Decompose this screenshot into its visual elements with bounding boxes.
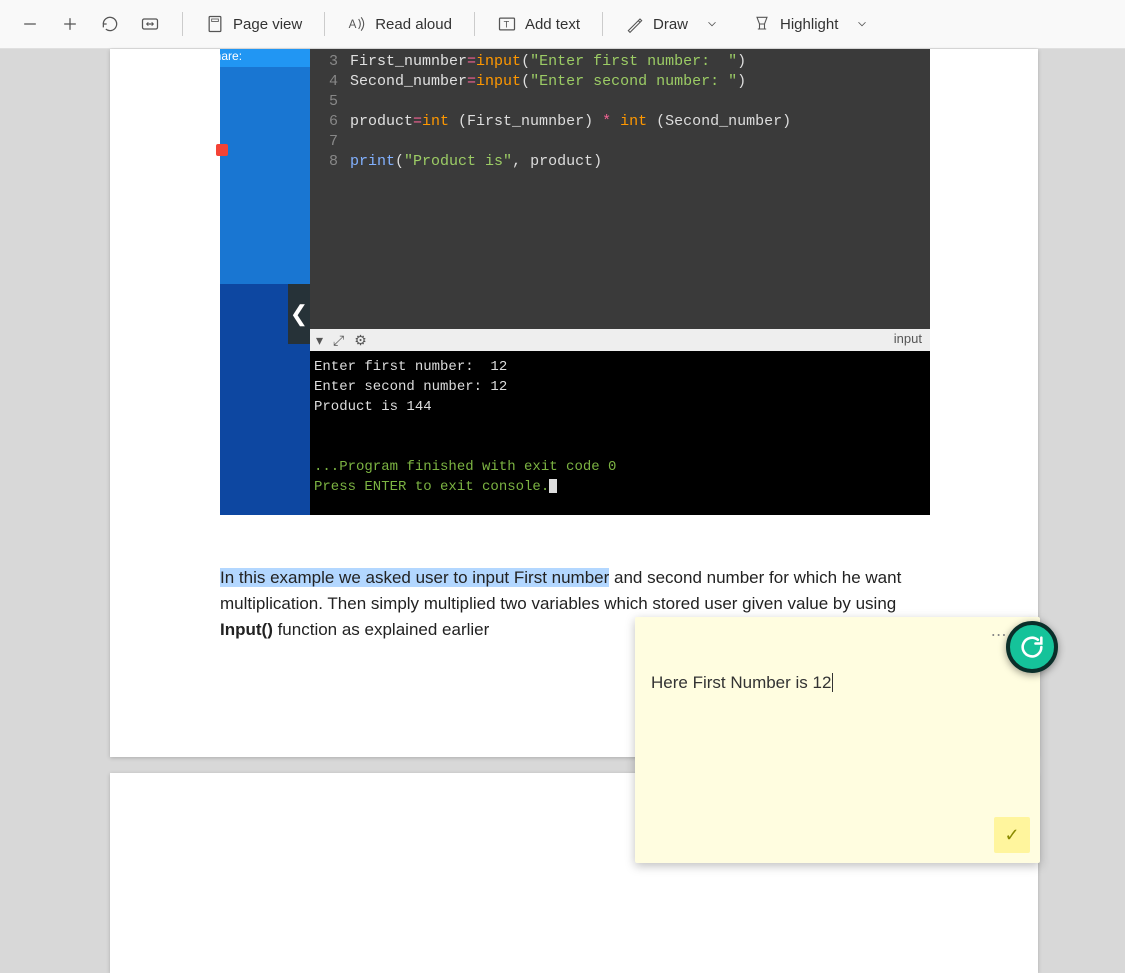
sticky-note[interactable]: ⋯ ✕ Here First Number is 12 ✓ (635, 617, 1040, 863)
code-editor: 345678 First_numnber=input("Enter first … (310, 49, 930, 329)
zoom-out-button[interactable] (10, 8, 50, 40)
highlighted-text: In this example we asked user to input F… (220, 568, 609, 587)
sidebar-item: tions (190, 202, 219, 216)
toolbar-divider (182, 12, 183, 36)
toolbar-divider (324, 12, 325, 36)
line-gutter: 345678 (310, 49, 346, 329)
svg-text:A: A (349, 18, 357, 31)
add-text-label: Add text (525, 16, 580, 33)
notification-badge-icon (216, 144, 228, 156)
grammarly-badge[interactable] (1006, 621, 1058, 673)
svg-text:T: T (504, 19, 510, 29)
document-viewport[interactable]: ag Share: ng tions ❮ 345678 First_numnbe… (0, 49, 1125, 837)
pdf-toolbar: Page view A Read aloud T Add text Draw H… (0, 0, 1125, 49)
chevron-down-icon (702, 14, 722, 34)
expand-icon[interactable]: ⤢ (333, 332, 344, 349)
read-aloud-label: Read aloud (375, 16, 452, 33)
chevron-left-icon: ❮ (290, 301, 308, 327)
draw-icon (625, 14, 645, 34)
page-view-label: Page view (233, 16, 302, 33)
read-aloud-button[interactable]: A Read aloud (337, 8, 462, 40)
plus-icon (60, 14, 80, 34)
chevron-down-icon[interactable]: ▾ (316, 332, 323, 349)
toolbar-divider (602, 12, 603, 36)
draw-button[interactable]: Draw (615, 8, 732, 40)
highlight-icon (752, 14, 772, 34)
sidebar-item: ng (190, 172, 203, 186)
page-view-icon (205, 14, 225, 34)
note-confirm-button[interactable]: ✓ (994, 817, 1030, 853)
grammarly-icon (1018, 633, 1046, 661)
sidebar-share-text: ag Share: (190, 49, 242, 63)
rotate-icon (100, 14, 120, 34)
highlight-button[interactable]: Highlight (742, 8, 882, 40)
ide-sidebar: ag Share: ng tions (220, 49, 310, 515)
terminal-output: Enter first number: 12 Enter second numb… (310, 351, 930, 515)
settings-icon[interactable]: ⚙ (354, 332, 367, 349)
code-content: First_numnber=input("Enter first number:… (350, 52, 791, 172)
add-text-button[interactable]: T Add text (487, 8, 590, 40)
console-tab-label[interactable]: input (894, 331, 922, 346)
note-text[interactable]: Here First Number is 12 (651, 673, 833, 693)
toolbar-divider (474, 12, 475, 36)
highlight-label: Highlight (780, 16, 838, 33)
fit-page-button[interactable] (130, 8, 170, 40)
minus-icon (20, 14, 40, 34)
rotate-button[interactable] (90, 8, 130, 40)
chevron-down-icon (852, 14, 872, 34)
draw-label: Draw (653, 16, 688, 33)
check-icon: ✓ (1004, 825, 1019, 846)
page-view-button[interactable]: Page view (195, 8, 312, 40)
collapse-sidebar-button[interactable]: ❮ (288, 284, 310, 344)
read-aloud-icon: A (347, 14, 367, 34)
fit-icon (140, 14, 160, 34)
terminal-cursor (549, 479, 557, 493)
code-screenshot: ag Share: ng tions ❮ 345678 First_numnbe… (220, 49, 930, 515)
zoom-in-button[interactable] (50, 8, 90, 40)
note-menu-button[interactable]: ⋯ (991, 625, 1007, 645)
add-text-icon: T (497, 14, 517, 34)
console-header: ▾ ⤢ ⚙ input (310, 329, 930, 351)
